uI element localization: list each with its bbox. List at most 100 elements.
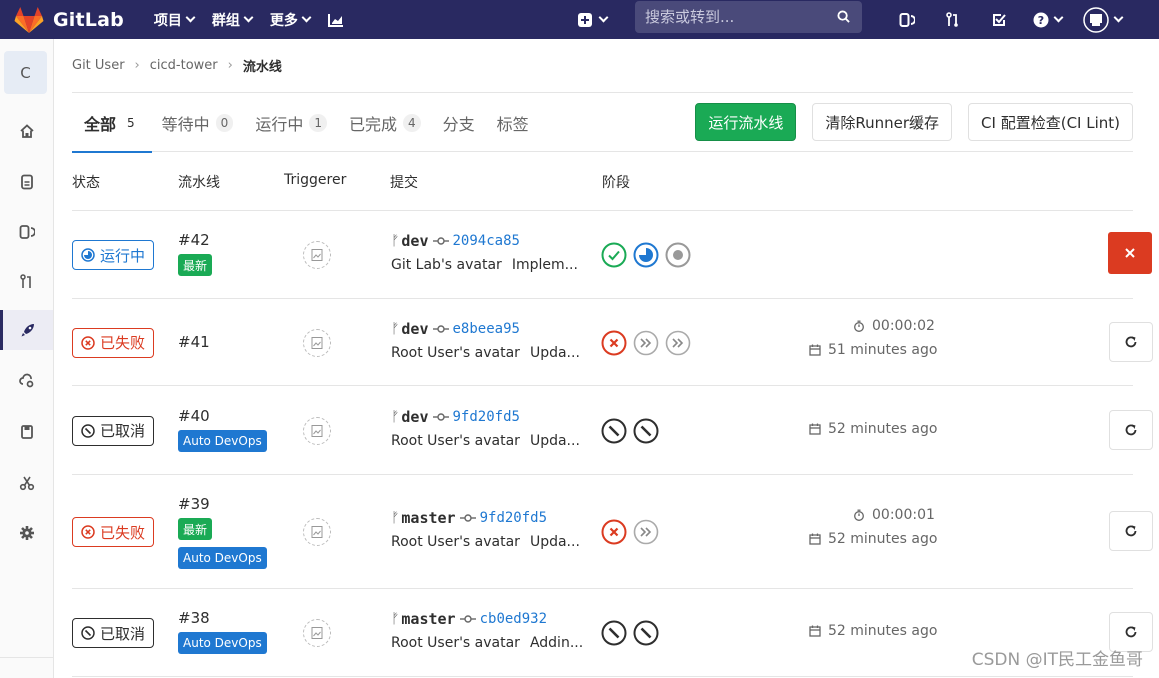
merge-requests-nav-button[interactable] — [930, 11, 976, 28]
sidebar-item-merge-requests[interactable] — [0, 262, 53, 302]
search-input[interactable] — [645, 8, 825, 26]
sidebar-item-ci-cd[interactable] — [0, 310, 53, 350]
nav-activity[interactable] — [327, 10, 344, 30]
branch-link[interactable]: dev — [401, 408, 428, 426]
branch-link[interactable]: master — [401, 610, 455, 628]
stage-failed-icon[interactable] — [601, 519, 627, 545]
stage-skipped-icon[interactable] — [665, 330, 691, 356]
commit-author-avatar[interactable]: Root User's avatar — [391, 433, 520, 449]
todos-nav-button[interactable] — [976, 12, 1022, 28]
sidebar-item-wiki[interactable] — [0, 412, 53, 452]
sidebar-item-settings[interactable] — [0, 513, 53, 553]
triggerer-avatar[interactable] — [303, 328, 331, 357]
search-box[interactable] — [635, 1, 862, 33]
retry-pipeline-button[interactable] — [1109, 511, 1153, 551]
commit-message[interactable]: Addin... — [530, 635, 583, 651]
stage-canceled-icon[interactable] — [633, 620, 659, 646]
issues-icon — [899, 12, 915, 27]
tab-pending[interactable]: 等待中 0 — [162, 93, 234, 152]
ci-lint-button[interactable]: CI 配置检查(CI Lint) — [968, 103, 1133, 141]
tab-finished[interactable]: 已完成 4 — [349, 93, 421, 152]
tab-branches[interactable]: 分支 — [443, 93, 475, 152]
nav-projects[interactable]: 项目 — [154, 10, 196, 30]
pipeline-stages — [601, 620, 659, 646]
nav-more[interactable]: 更多 — [269, 10, 312, 30]
pipeline-id-link[interactable]: #42 — [178, 231, 210, 249]
commit-info: Root User's avatar Upda... — [391, 345, 580, 361]
status-badge[interactable]: 运行中 — [72, 240, 155, 270]
retry-pipeline-button[interactable] — [1109, 321, 1153, 362]
nav-more-label: 更多 — [269, 12, 298, 29]
pipeline-duration: 00:00:02 — [853, 318, 935, 334]
status-badge[interactable]: 已取消 — [72, 415, 155, 446]
commit-message[interactable]: Upda... — [530, 534, 580, 550]
commit-message[interactable]: Upda... — [530, 433, 580, 449]
commit-sha-link[interactable]: 9fd20fd5 — [480, 510, 547, 526]
pipeline-finished: 52 minutes ago — [809, 421, 937, 437]
commit-author-avatar[interactable]: Git Lab's avatar — [391, 257, 502, 273]
stage-running-icon[interactable] — [633, 242, 659, 268]
stage-canceled-icon[interactable] — [633, 418, 659, 444]
triggerer-avatar[interactable] — [303, 241, 331, 269]
stage-created-icon[interactable] — [665, 242, 691, 268]
sidebar-item-operations[interactable] — [0, 361, 53, 401]
commit-sha-link[interactable]: e8beea95 — [453, 321, 520, 337]
stage-skipped-icon[interactable] — [633, 330, 659, 356]
branch-link[interactable]: master — [401, 509, 455, 527]
tab-tags[interactable]: 标签 — [497, 93, 529, 152]
pipeline-id-link[interactable]: #41 — [178, 333, 210, 351]
commit-author-avatar[interactable]: Root User's avatar — [391, 345, 520, 361]
branch-link[interactable]: dev — [401, 232, 428, 250]
commit-message[interactable]: Upda... — [530, 345, 580, 361]
search-icon[interactable] — [837, 10, 850, 23]
stage-canceled-icon[interactable] — [601, 620, 627, 646]
triggerer-avatar[interactable] — [303, 619, 331, 647]
user-menu-button[interactable] — [1072, 6, 1132, 33]
issues-nav-button[interactable] — [884, 12, 930, 28]
calendar-icon — [809, 423, 821, 435]
sidebar-item-repository[interactable] — [0, 162, 53, 202]
tab-running[interactable]: 运行中 1 — [255, 93, 327, 152]
triggerer-avatar[interactable] — [303, 416, 331, 445]
status-badge[interactable]: 已失败 — [72, 327, 155, 358]
main-content: Git User › cicd-tower › 流水线 全部 5 等待中 0 运行中… — [72, 39, 1153, 677]
tab-all[interactable]: 全部 5 — [72, 93, 152, 153]
clear-runner-cache-button[interactable]: 清除Runner缓存 — [812, 103, 953, 141]
help-dropdown-button[interactable]: ? — [1022, 12, 1072, 28]
breadcrumb-user[interactable]: Git User — [72, 58, 125, 73]
sidebar-item-issues[interactable] — [0, 212, 53, 252]
commit-sha-link[interactable]: 2094ca85 — [453, 233, 520, 249]
cancel-pipeline-button[interactable] — [1108, 232, 1152, 274]
nav-groups[interactable]: 群组 — [212, 10, 254, 30]
pipeline-duration: 00:00:01 — [853, 507, 935, 523]
status-badge[interactable]: 已取消 — [72, 618, 155, 648]
commit-sha-link[interactable]: cb0ed932 — [480, 611, 547, 627]
branch-icon: ᚠ — [391, 320, 400, 337]
breadcrumb-project[interactable]: cicd-tower — [150, 58, 218, 73]
pipeline-id-link[interactable]: #40 — [178, 407, 210, 425]
stage-success-icon[interactable] — [601, 242, 627, 268]
sidebar-item-project[interactable] — [0, 111, 53, 151]
stage-failed-icon[interactable] — [601, 330, 627, 356]
status-badge[interactable]: 已失败 — [72, 517, 155, 547]
commit-author-avatar[interactable]: Root User's avatar — [391, 534, 520, 550]
new-dropdown-button[interactable] — [578, 12, 609, 27]
branch-icon: ᚠ — [391, 510, 400, 526]
branch-link[interactable]: dev — [401, 320, 428, 338]
commit-author-avatar[interactable]: Root User's avatar — [391, 635, 520, 651]
tab-label: 标签 — [496, 114, 529, 134]
breadcrumb-current[interactable]: 流水线 — [243, 56, 282, 75]
sidebar-item-snippets[interactable] — [0, 463, 53, 503]
commit-message[interactable]: Implem... — [512, 257, 578, 273]
pipeline-id-link[interactable]: #39 — [178, 495, 210, 513]
pipeline-id-link[interactable]: #38 — [178, 609, 210, 627]
commit-sha-link[interactable]: 9fd20fd5 — [453, 409, 520, 425]
retry-pipeline-button[interactable] — [1109, 409, 1153, 450]
stage-skipped-icon[interactable] — [633, 519, 659, 545]
gitlab-logo[interactable]: GitLab — [14, 6, 124, 34]
project-avatar[interactable]: C — [4, 51, 47, 94]
stage-canceled-icon[interactable] — [601, 418, 627, 444]
triggerer-avatar[interactable] — [303, 518, 331, 546]
document-icon — [20, 174, 33, 190]
run-pipeline-button[interactable]: 运行流水线 — [695, 103, 797, 141]
